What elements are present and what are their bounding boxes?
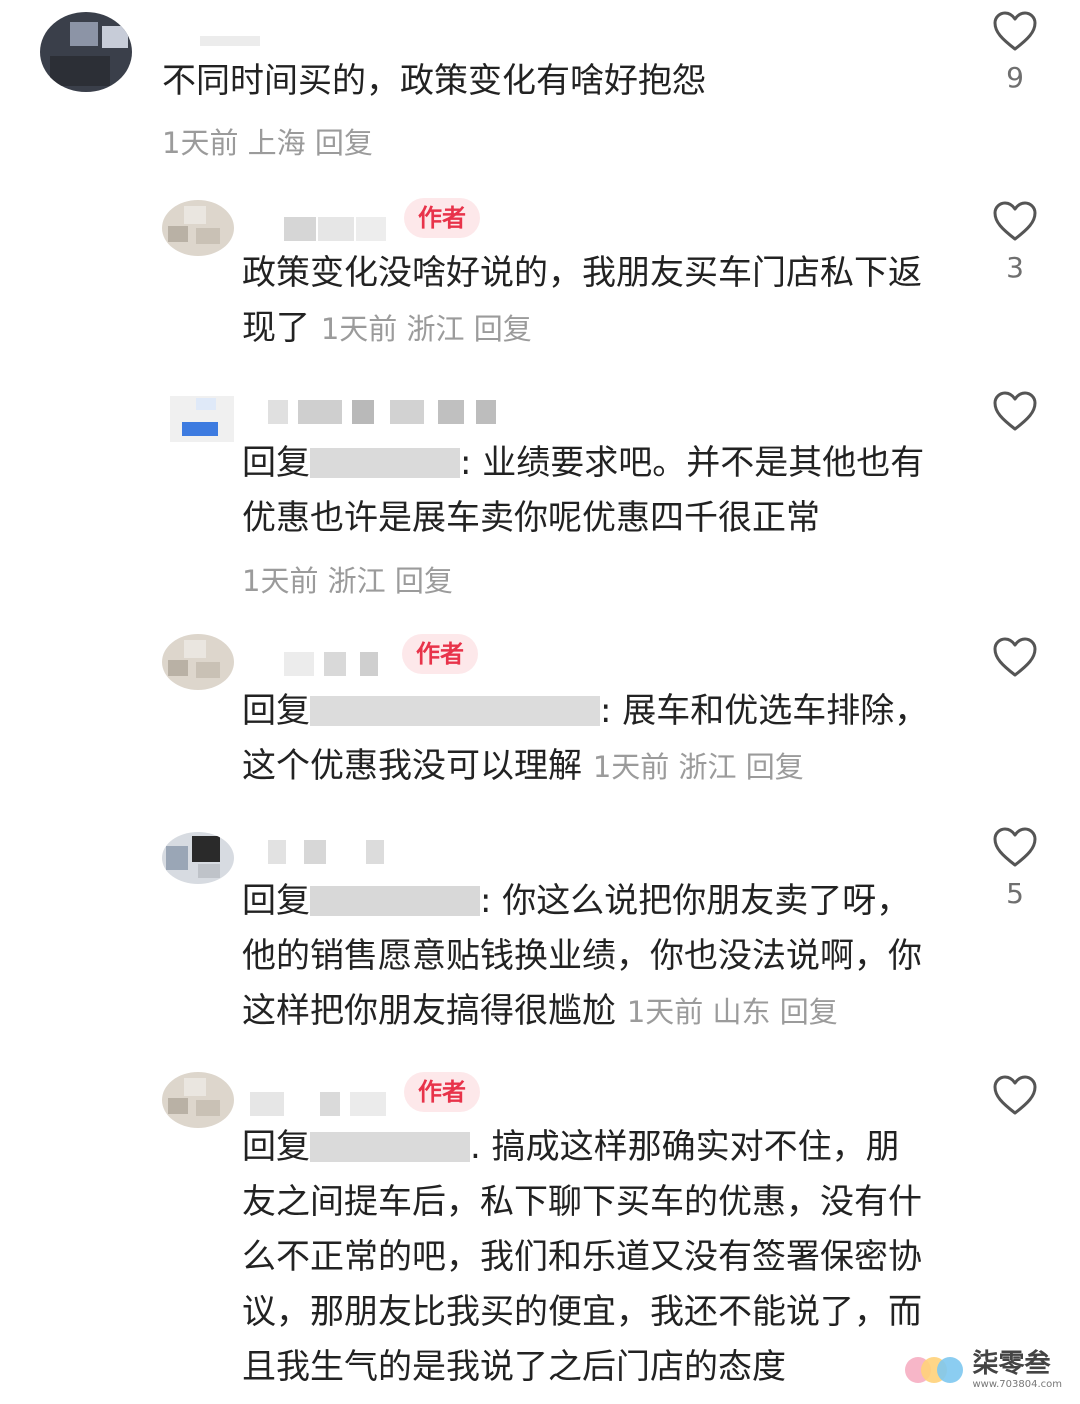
heart-outline-icon: [993, 391, 1037, 431]
comment-text[interactable]: 回复: 业绩要求吧。并不是其他也有优惠也许是展车卖你呢优惠四千很正常: [242, 436, 932, 546]
heart-outline-icon: [993, 11, 1037, 51]
comment-body: . 搞成这样那确实对不住，朋友之间提车后，私下聊下买车的优惠，没有什么不正常的吧…: [242, 1127, 922, 1387]
comment-text[interactable]: 回复: 你这么说把你朋友卖了呀，他的销售愿意贴钱换业绩，你也没法说啊，你这样把你…: [242, 874, 932, 1040]
watermark-url: www.703804.com: [972, 1378, 1062, 1390]
reply-button[interactable]: 回复: [315, 126, 373, 160]
comment-location: 山东: [712, 995, 771, 1029]
comment-text[interactable]: 回复: 展车和优选车排除，这个优惠我没可以理解 1天前 浙江 回复: [242, 684, 932, 795]
like-button[interactable]: 9: [989, 10, 1041, 92]
watermark-brand: 柒零叁: [972, 1348, 1051, 1379]
reply-button[interactable]: 回复: [780, 995, 838, 1029]
avatar[interactable]: [170, 396, 234, 442]
like-count: 5: [1006, 877, 1024, 910]
like-count: 3: [1006, 251, 1024, 284]
comment-time: 1天前: [242, 564, 319, 598]
avatar[interactable]: [162, 634, 234, 690]
username-blurred[interactable]: [284, 217, 404, 241]
comment-time: 1天前: [626, 995, 704, 1029]
heart-outline-icon: [993, 637, 1037, 677]
like-count: 9: [1006, 61, 1024, 94]
like-button[interactable]: [989, 636, 1041, 690]
reply-prefix: 回复: [242, 691, 310, 731]
author-badge: 作者: [404, 1072, 480, 1112]
comment-text[interactable]: 政策变化没啥好说的，我朋友买车门店私下返现了 1天前 浙江 回复: [242, 246, 932, 357]
author-badge: 作者: [402, 634, 478, 674]
comment-time: 1天前: [592, 750, 670, 784]
watermark-text: 柒零叁 www.703804.com: [972, 1351, 1062, 1390]
avatar[interactable]: [162, 200, 234, 256]
watermark-logo-icon: [904, 1350, 966, 1390]
comment-location: 浙江: [327, 564, 386, 598]
avatar[interactable]: [40, 12, 132, 92]
avatar[interactable]: [162, 832, 234, 884]
comment-location: 浙江: [678, 750, 737, 784]
reply-button[interactable]: 回复: [746, 750, 804, 784]
username-blurred[interactable]: [250, 1092, 400, 1116]
avatar[interactable]: [162, 1072, 234, 1128]
comment-time: 1天前: [162, 126, 239, 160]
comment-location: 上海: [247, 126, 306, 160]
reply-prefix: 回复: [242, 443, 310, 483]
author-badge: 作者: [404, 198, 480, 238]
comment-time: 1天前: [320, 312, 398, 346]
reply-button[interactable]: 回复: [395, 564, 453, 598]
username-blurred[interactable]: [268, 400, 528, 424]
mentioned-user-blurred[interactable]: [310, 886, 480, 916]
heart-outline-icon: [993, 827, 1037, 867]
like-button[interactable]: [989, 390, 1041, 444]
comment-meta: 1天前 浙江 回复: [242, 558, 453, 600]
like-button[interactable]: 3: [989, 200, 1041, 282]
comment-location: 浙江: [406, 312, 465, 346]
username-blurred[interactable]: [268, 840, 398, 864]
like-button[interactable]: [989, 1074, 1041, 1128]
comment-body: 不同时间买的，政策变化有啥好抱怨: [162, 61, 706, 101]
mentioned-user-blurred[interactable]: [310, 1132, 470, 1162]
watermark: 柒零叁 www.703804.com: [904, 1350, 1062, 1390]
comment-text[interactable]: 不同时间买的，政策变化有啥好抱怨: [162, 54, 962, 109]
like-button[interactable]: 5: [989, 826, 1041, 908]
heart-outline-icon: [993, 201, 1037, 241]
reply-prefix: 回复: [242, 1127, 310, 1167]
mentioned-user-blurred[interactable]: [310, 448, 460, 478]
comment-meta: 1天前 上海 回复: [162, 120, 373, 162]
comment-text[interactable]: 回复. 搞成这样那确实对不住，朋友之间提车后，私下聊下买车的优惠，没有什么不正常…: [242, 1120, 932, 1395]
reply-prefix: 回复: [242, 881, 310, 921]
heart-outline-icon: [993, 1075, 1037, 1115]
reply-button[interactable]: 回复: [474, 312, 532, 346]
username-blurred[interactable]: [284, 652, 394, 676]
mentioned-user-blurred[interactable]: [310, 696, 600, 726]
username-blurred[interactable]: [200, 36, 260, 46]
